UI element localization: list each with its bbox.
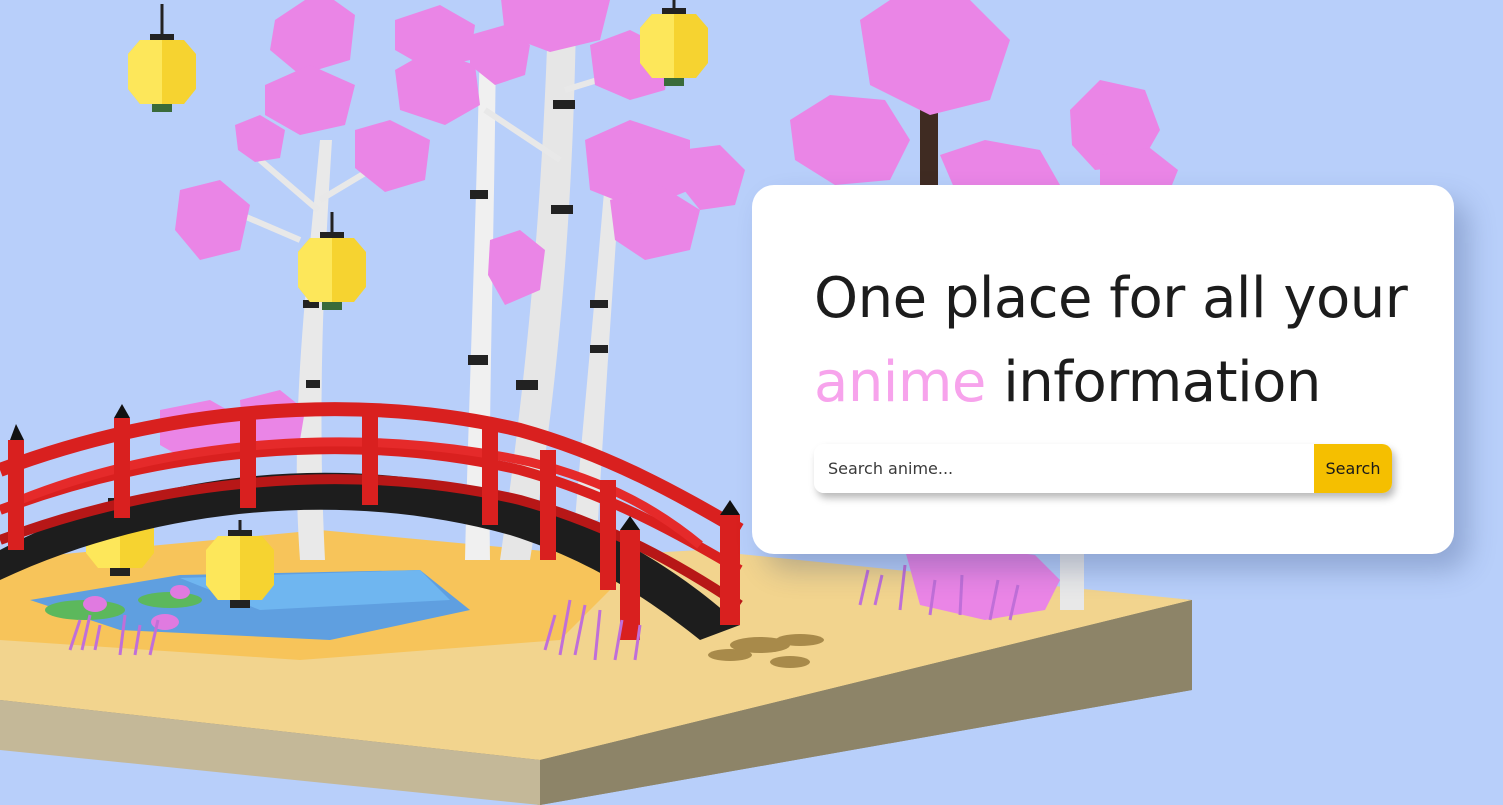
- search-button[interactable]: Search: [1314, 444, 1392, 493]
- headline-accent-word: anime: [814, 350, 986, 415]
- page: One place for all your anime information…: [0, 0, 1503, 805]
- hero-card: One place for all your anime information…: [752, 185, 1454, 554]
- headline-line-1: One place for all your: [814, 266, 1408, 331]
- headline-line-2: information: [1003, 350, 1321, 415]
- search-input[interactable]: [814, 444, 1314, 493]
- hero-headline: One place for all your anime information: [814, 257, 1408, 425]
- search-bar: Search: [814, 444, 1392, 493]
